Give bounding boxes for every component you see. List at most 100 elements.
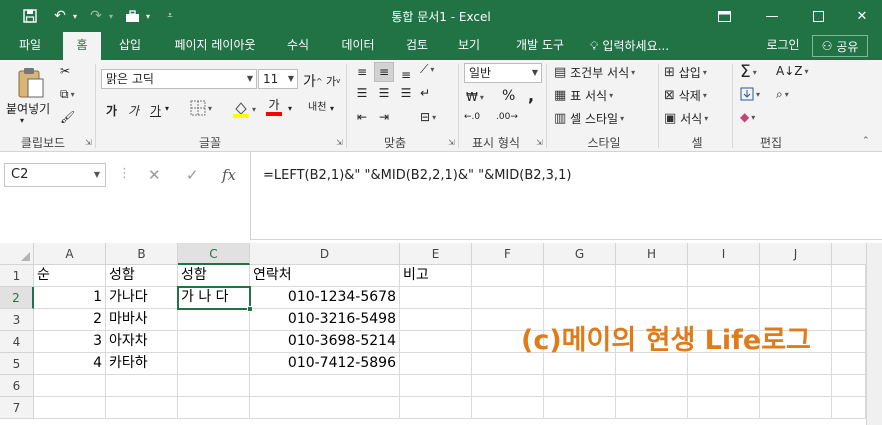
paste-dropdown-icon[interactable]: ▾ [20, 116, 24, 125]
cell-c6[interactable] [178, 375, 250, 397]
cell-c4[interactable] [178, 331, 250, 353]
tab-page-layout[interactable]: 페이지 레이아웃 [162, 32, 268, 60]
cell-e1[interactable]: 비고 [400, 265, 472, 287]
column-header-k-partial[interactable] [832, 243, 866, 265]
merge-center-icon[interactable]: ⊟ ▾ [420, 110, 436, 124]
cell-b3[interactable]: 마바사 [106, 309, 178, 331]
align-top-icon[interactable]: ≡ [352, 62, 372, 82]
increase-indent-icon[interactable]: ⇥ [374, 110, 394, 124]
enter-icon[interactable]: ✓ [186, 166, 199, 184]
column-header-i[interactable]: I [688, 243, 760, 265]
cell-a7[interactable] [34, 397, 106, 419]
clipboard-launcher-icon[interactable]: ⇲ [85, 138, 92, 147]
font-launcher-icon[interactable]: ⇲ [336, 138, 343, 147]
maximize-icon[interactable] [796, 0, 840, 32]
cell-styles-button[interactable]: ▥ 셀 스타일 ▾ [554, 110, 624, 127]
cancel-icon[interactable]: ✕ [148, 166, 161, 184]
row-header-6[interactable]: 6 [0, 375, 34, 397]
cell-j1[interactable] [760, 265, 832, 287]
cell-a3[interactable]: 2 [34, 309, 106, 331]
cell-c3[interactable] [178, 309, 250, 331]
cell-d3[interactable]: 010-3216-5498 [250, 309, 400, 331]
vertical-scrollbar[interactable] [866, 243, 882, 425]
cell-e6[interactable] [400, 375, 472, 397]
share-button[interactable]: ⚇ 공유 [812, 35, 868, 57]
align-right-icon[interactable]: ☰ [396, 86, 416, 100]
column-header-f[interactable]: F [472, 243, 544, 265]
cell-a5[interactable]: 4 [34, 353, 106, 375]
cell-a2[interactable]: 1 [34, 287, 106, 309]
tab-insert[interactable]: 삽입 [108, 32, 152, 60]
formula-input-area[interactable] [250, 152, 882, 240]
cell-f1[interactable] [472, 265, 544, 287]
cell-d7[interactable] [250, 397, 400, 419]
cell-e4[interactable] [400, 331, 472, 353]
borders-icon[interactable]: ▾ [190, 100, 212, 116]
row-header-2[interactable]: 2 [0, 287, 34, 309]
tab-review[interactable]: 검토 [396, 32, 438, 60]
cell-b6[interactable] [106, 375, 178, 397]
percent-icon[interactable]: % [502, 88, 515, 104]
column-header-g[interactable]: G [544, 243, 616, 265]
find-select-icon[interactable]: ⌕ ▾ [776, 87, 789, 102]
cell-h6[interactable] [616, 375, 688, 397]
tab-view[interactable]: 보기 [448, 32, 490, 60]
row-header-4[interactable]: 4 [0, 331, 34, 353]
cell-b1[interactable]: 성함 [106, 265, 178, 287]
fill-icon[interactable]: ▾ [740, 87, 760, 101]
cell-h1[interactable] [616, 265, 688, 287]
row-header-1[interactable]: 1 [0, 265, 34, 287]
autosum-icon[interactable]: Σ ▾ [740, 62, 757, 82]
phonetic-button[interactable]: 내천 [308, 98, 326, 113]
comma-style-icon[interactable]: , [528, 86, 534, 105]
cell-k5[interactable] [832, 353, 866, 375]
align-bottom-icon[interactable]: ≡ [396, 65, 416, 85]
cell-k1[interactable] [832, 265, 866, 287]
cell-b5[interactable]: 카타하 [106, 353, 178, 375]
cell-k6[interactable] [832, 375, 866, 397]
wrap-text-icon[interactable]: ↵ [420, 86, 430, 100]
cell-j2[interactable] [760, 287, 832, 309]
underline-button[interactable]: 가 [150, 102, 161, 119]
shrink-font-icon[interactable]: 가v [326, 73, 340, 89]
cell-e3[interactable] [400, 309, 472, 331]
cell-d5[interactable]: 010-7412-5896 [250, 353, 400, 375]
cell-d2[interactable]: 010-1234-5678 [250, 287, 400, 309]
decrease-decimal-icon[interactable]: .00→ [496, 112, 518, 122]
insert-cells-button[interactable]: ⊞ 삽입 ▾ [664, 64, 707, 81]
cell-k7[interactable] [832, 397, 866, 419]
cell-k2[interactable] [832, 287, 866, 309]
cell-i7[interactable] [688, 397, 760, 419]
cell-c5[interactable] [178, 353, 250, 375]
name-box[interactable]: C2 ▼ [4, 163, 106, 187]
cell-a1[interactable]: 순 [34, 265, 106, 287]
insert-function-icon[interactable]: fx [222, 166, 236, 184]
cell-c7[interactable] [178, 397, 250, 419]
tab-data[interactable]: 데이터 [332, 32, 384, 60]
format-cells-button[interactable]: ▣ 서식 ▾ [664, 110, 708, 127]
cell-e2[interactable] [400, 287, 472, 309]
cell-j6[interactable] [760, 375, 832, 397]
tab-formulas[interactable]: 수식 [276, 32, 320, 60]
font-name-combo[interactable]: 맑은 고딕 ▼ [101, 69, 257, 89]
column-header-a[interactable]: A [34, 243, 106, 265]
italic-button[interactable]: 가 [128, 102, 139, 119]
cell-i2[interactable] [688, 287, 760, 309]
cell-h7[interactable] [616, 397, 688, 419]
column-header-b[interactable]: B [106, 243, 178, 265]
cell-g7[interactable] [544, 397, 616, 419]
cell-g6[interactable] [544, 375, 616, 397]
underline-dropdown-icon[interactable]: ▾ [165, 104, 169, 113]
tab-home[interactable]: 홈 [63, 32, 101, 60]
cut-icon[interactable]: ✂ [60, 64, 70, 78]
accounting-format-icon[interactable]: ₩ ▾ [466, 90, 484, 104]
cell-k3[interactable] [832, 309, 866, 331]
cell-a6[interactable] [34, 375, 106, 397]
alignment-launcher-icon[interactable]: ⇲ [448, 138, 455, 147]
cell-a4[interactable]: 3 [34, 331, 106, 353]
format-as-table-button[interactable]: ▦ 표 서식 ▾ [554, 87, 613, 104]
align-left-icon[interactable]: ☰ [352, 86, 372, 100]
column-header-e[interactable]: E [400, 243, 472, 265]
increase-decimal-icon[interactable]: ←.0 [464, 112, 480, 122]
cell-i1[interactable] [688, 265, 760, 287]
